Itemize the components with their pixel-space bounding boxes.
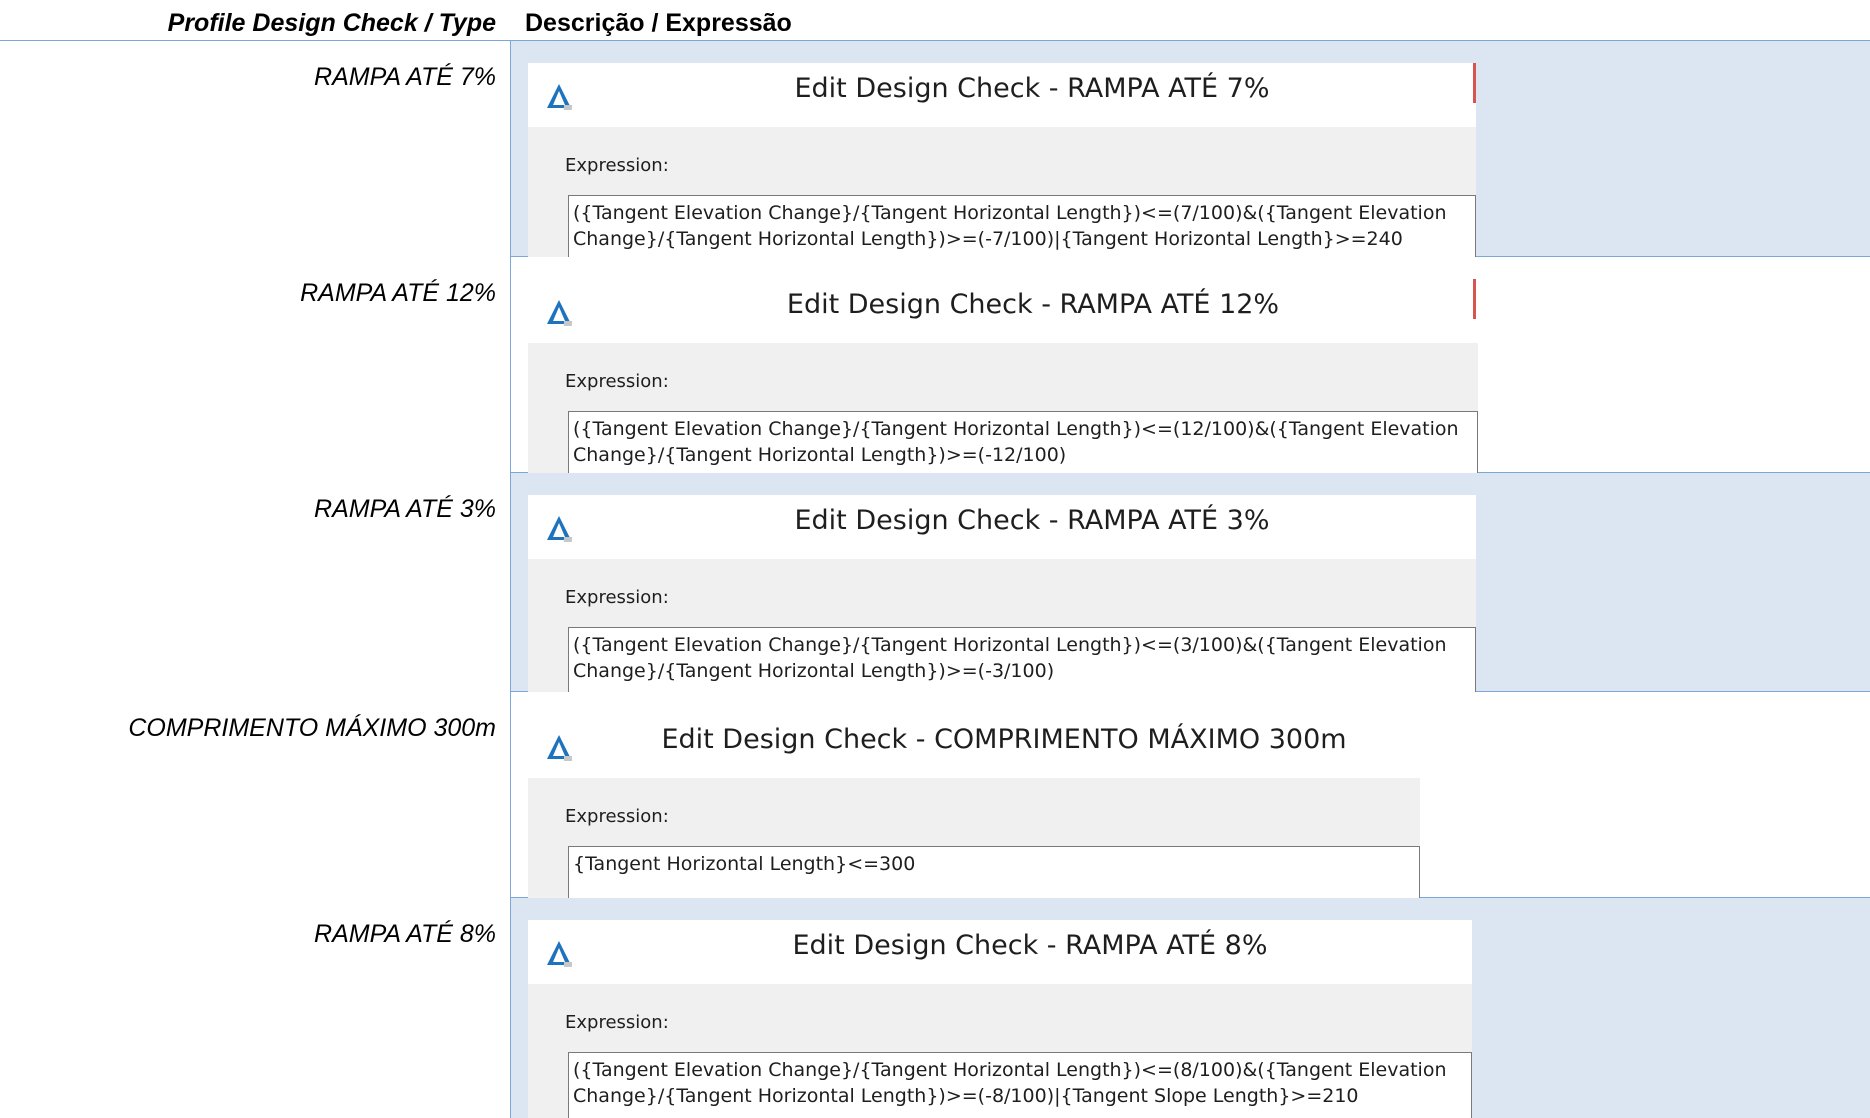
close-button-edge[interactable] <box>1473 63 1476 103</box>
edit-design-check-dialog: Edit Design Check - RAMPA ATÉ 3% Express… <box>528 495 1476 692</box>
dialog-title: Edit Design Check - COMPRIMENTO MÁXIMO 3… <box>661 724 1347 755</box>
table-row: RAMPA ATÉ 8% Edit Design Check - RAMPA A… <box>0 898 1870 1118</box>
expression-label: Expression: <box>565 1012 669 1033</box>
expression-label: Expression: <box>565 587 669 608</box>
expression-input[interactable]: ({Tangent Elevation Change}/{Tangent Hor… <box>568 1052 1472 1118</box>
design-check-type-label: RAMPA ATÉ 8% <box>314 920 496 948</box>
expression-input[interactable]: ({Tangent Elevation Change}/{Tangent Hor… <box>568 195 1476 257</box>
table-row: RAMPA ATÉ 7% Edit Design Check - RAMPA A… <box>0 41 1870 257</box>
column-header-description: Descrição / Expressão <box>525 9 792 37</box>
design-check-type-label: RAMPA ATÉ 7% <box>314 63 496 91</box>
dialog-title: Edit Design Check - RAMPA ATÉ 8% <box>792 930 1268 961</box>
civil3d-app-icon <box>547 941 572 967</box>
dialog-title: Edit Design Check - RAMPA ATÉ 12% <box>786 289 1280 320</box>
edit-design-check-dialog: Edit Design Check - RAMPA ATÉ 8% Express… <box>528 920 1472 1118</box>
design-check-type-label: RAMPA ATÉ 3% <box>314 495 496 523</box>
expression-label: Expression: <box>565 155 669 176</box>
dialog-title: Edit Design Check - RAMPA ATÉ 7% <box>794 73 1270 104</box>
design-check-type-label: RAMPA ATÉ 12% <box>300 279 496 307</box>
expression-label: Expression: <box>565 371 669 392</box>
column-header-type: Profile Design Check / Type <box>167 9 496 37</box>
expression-input[interactable]: ({Tangent Elevation Change}/{Tangent Hor… <box>568 627 1476 692</box>
table-row: COMPRIMENTO MÁXIMO 300m Edit Design Chec… <box>0 692 1870 898</box>
dialog-titlebar[interactable]: Edit Design Check - RAMPA ATÉ 7% <box>528 63 1476 127</box>
civil3d-app-icon <box>547 84 572 110</box>
edit-design-check-dialog: Edit Design Check - COMPRIMENTO MÁXIMO 3… <box>528 714 1420 898</box>
dialog-titlebar[interactable]: Edit Design Check - RAMPA ATÉ 12% <box>528 279 1478 343</box>
civil3d-app-icon <box>547 735 572 761</box>
dialog-titlebar[interactable]: Edit Design Check - COMPRIMENTO MÁXIMO 3… <box>528 714 1420 778</box>
design-check-type-label: COMPRIMENTO MÁXIMO 300m <box>128 714 496 742</box>
dialog-title: Edit Design Check - RAMPA ATÉ 3% <box>794 505 1270 536</box>
civil3d-app-icon <box>547 516 572 542</box>
expression-input[interactable]: ({Tangent Elevation Change}/{Tangent Hor… <box>568 411 1478 473</box>
close-button-edge[interactable] <box>1473 279 1476 319</box>
dialog-titlebar[interactable]: Edit Design Check - RAMPA ATÉ 3% <box>528 495 1476 559</box>
table-header: Profile Design Check / Type Descrição / … <box>0 0 1870 41</box>
expression-input[interactable]: {Tangent Horizontal Length}<=300 <box>568 846 1420 898</box>
expression-label: Expression: <box>565 806 669 827</box>
table-row: RAMPA ATÉ 3% Edit Design Check - RAMPA A… <box>0 473 1870 692</box>
dialog-titlebar[interactable]: Edit Design Check - RAMPA ATÉ 8% <box>528 920 1472 984</box>
edit-design-check-dialog: Edit Design Check - RAMPA ATÉ 12% Expres… <box>528 279 1478 473</box>
edit-design-check-dialog: Edit Design Check - RAMPA ATÉ 7% Express… <box>528 63 1476 257</box>
table-row: RAMPA ATÉ 12% Edit Design Check - RAMPA … <box>0 257 1870 473</box>
civil3d-app-icon <box>547 300 572 326</box>
